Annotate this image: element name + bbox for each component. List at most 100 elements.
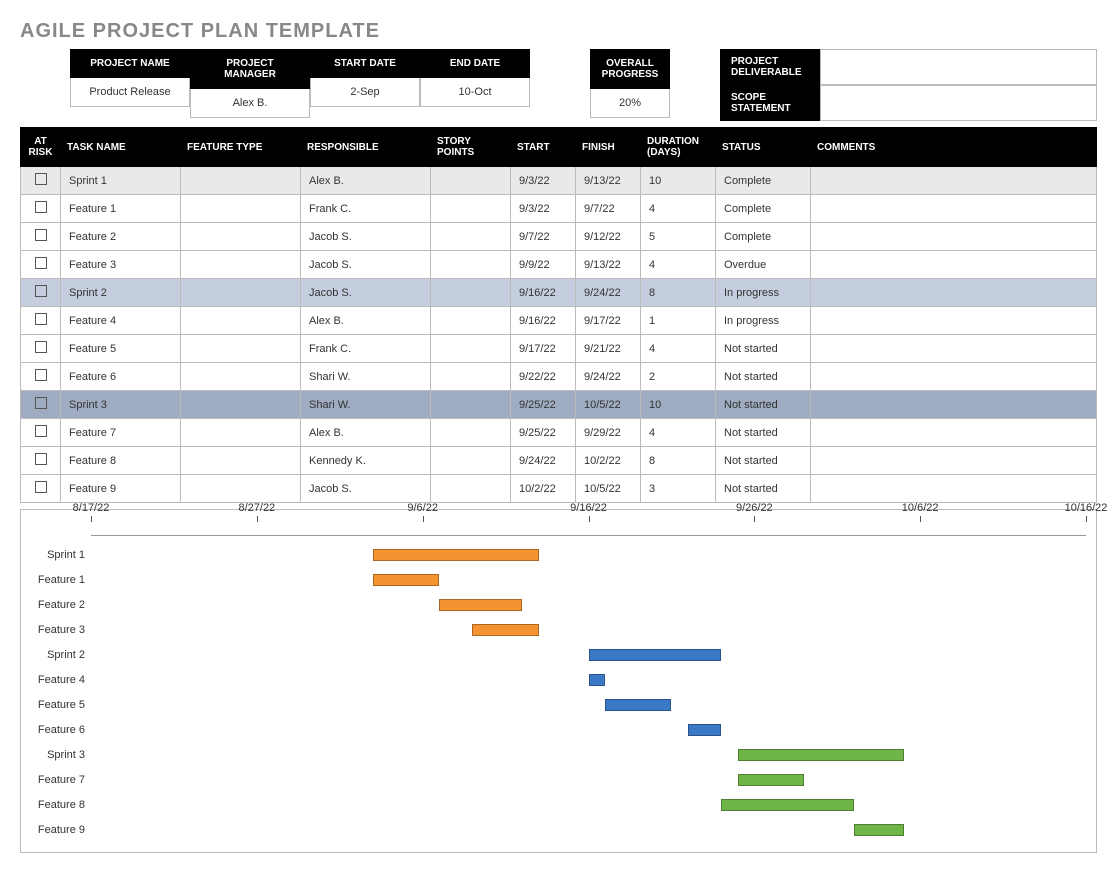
at-risk-checkbox[interactable] <box>35 313 47 325</box>
cell-start: 9/3/22 <box>511 195 576 223</box>
project-manager-value: Alex B. <box>190 89 310 118</box>
cell-responsible: Jacob S. <box>301 251 431 279</box>
cell-type <box>181 475 301 503</box>
cell-sp <box>431 251 511 279</box>
cell-type <box>181 167 301 195</box>
gantt-row: Feature 2 <box>21 592 1096 617</box>
project-name-value: Product Release <box>70 78 190 107</box>
at-risk-checkbox[interactable] <box>35 481 47 493</box>
col-comments: COMMENTS <box>811 128 1097 167</box>
cell-responsible: Jacob S. <box>301 475 431 503</box>
cell-start: 9/16/22 <box>511 279 576 307</box>
task-header-row: AT RISK TASK NAME FEATURE TYPE RESPONSIB… <box>21 128 1097 167</box>
cell-responsible: Jacob S. <box>301 279 431 307</box>
axis-tick-label: 8/27/22 <box>238 502 275 514</box>
at-risk-checkbox[interactable] <box>35 453 47 465</box>
col-responsible: RESPONSIBLE <box>301 128 431 167</box>
cell-start: 9/16/22 <box>511 307 576 335</box>
gantt-row-label: Feature 9 <box>21 824 91 836</box>
cell-duration: 5 <box>641 223 716 251</box>
cell-task: Feature 8 <box>61 447 181 475</box>
cell-status: Complete <box>716 195 811 223</box>
cell-status: Not started <box>716 447 811 475</box>
gantt-row-label: Feature 1 <box>21 574 91 586</box>
start-date-value: 2-Sep <box>310 78 420 107</box>
gantt-row-label: Feature 7 <box>21 774 91 786</box>
gantt-row: Feature 7 <box>21 767 1096 792</box>
cell-task: Feature 7 <box>61 419 181 447</box>
cell-duration: 1 <box>641 307 716 335</box>
gantt-row: Feature 4 <box>21 667 1096 692</box>
gantt-row: Feature 8 <box>21 792 1096 817</box>
cell-comments <box>811 475 1097 503</box>
at-risk-checkbox[interactable] <box>35 425 47 437</box>
cell-status: Not started <box>716 391 811 419</box>
table-row: Feature 7Alex B.9/25/229/29/224Not start… <box>21 419 1097 447</box>
cell-comments <box>811 363 1097 391</box>
at-risk-checkbox[interactable] <box>35 173 47 185</box>
cell-type <box>181 419 301 447</box>
table-row: Feature 3Jacob S.9/9/229/13/224Overdue <box>21 251 1097 279</box>
cell-sp <box>431 307 511 335</box>
table-row: Feature 1Frank C.9/3/229/7/224Complete <box>21 195 1097 223</box>
overall-progress-value: 20% <box>590 89 670 118</box>
at-risk-checkbox[interactable] <box>35 257 47 269</box>
cell-sp <box>431 363 511 391</box>
col-task-name: TASK NAME <box>61 128 181 167</box>
cell-comments <box>811 195 1097 223</box>
cell-status: Complete <box>716 223 811 251</box>
cell-type <box>181 391 301 419</box>
table-row: Feature 9Jacob S.10/2/2210/5/223Not star… <box>21 475 1097 503</box>
axis-tick-label: 9/6/22 <box>407 502 438 514</box>
cell-responsible: Shari W. <box>301 391 431 419</box>
gantt-row-label: Feature 6 <box>21 724 91 736</box>
cell-duration: 10 <box>641 391 716 419</box>
cell-task: Sprint 2 <box>61 279 181 307</box>
cell-comments <box>811 419 1097 447</box>
cell-comments <box>811 307 1097 335</box>
cell-type <box>181 279 301 307</box>
scope-statement-label: SCOPE STATEMENT <box>720 85 820 121</box>
cell-duration: 8 <box>641 279 716 307</box>
at-risk-checkbox[interactable] <box>35 341 47 353</box>
cell-type <box>181 447 301 475</box>
axis-tick-label: 9/16/22 <box>570 502 607 514</box>
at-risk-checkbox[interactable] <box>35 229 47 241</box>
cell-type <box>181 363 301 391</box>
task-table: AT RISK TASK NAME FEATURE TYPE RESPONSIB… <box>20 127 1097 503</box>
table-row: Feature 6Shari W.9/22/229/24/222Not star… <box>21 363 1097 391</box>
cell-comments <box>811 223 1097 251</box>
cell-type <box>181 307 301 335</box>
side-label-block: PROJECT DELIVERABLE SCOPE STATEMENT <box>720 49 820 121</box>
project-name-block: PROJECT NAME Product Release <box>70 49 190 121</box>
end-date-block: END DATE 10-Oct <box>420 49 530 121</box>
at-risk-checkbox[interactable] <box>35 397 47 409</box>
cell-finish: 9/29/22 <box>576 419 641 447</box>
gantt-bar <box>738 749 904 761</box>
at-risk-checkbox[interactable] <box>35 369 47 381</box>
gantt-row-label: Sprint 2 <box>21 649 91 661</box>
gantt-row-label: Feature 5 <box>21 699 91 711</box>
gantt-row-label: Sprint 3 <box>21 749 91 761</box>
cell-sp <box>431 167 511 195</box>
table-row: Sprint 1Alex B.9/3/229/13/2210Complete <box>21 167 1097 195</box>
at-risk-checkbox[interactable] <box>35 285 47 297</box>
gantt-bar <box>439 599 522 611</box>
cell-finish: 9/13/22 <box>576 251 641 279</box>
cell-duration: 3 <box>641 475 716 503</box>
start-date-label: START DATE <box>310 49 420 78</box>
cell-responsible: Alex B. <box>301 307 431 335</box>
cell-finish: 10/5/22 <box>576 475 641 503</box>
cell-task: Feature 6 <box>61 363 181 391</box>
cell-responsible: Frank C. <box>301 195 431 223</box>
cell-status: In progress <box>716 279 811 307</box>
cell-sp <box>431 335 511 363</box>
table-row: Sprint 2Jacob S.9/16/229/24/228In progre… <box>21 279 1097 307</box>
gantt-bar <box>589 674 606 686</box>
at-risk-checkbox[interactable] <box>35 201 47 213</box>
col-finish: FINISH <box>576 128 641 167</box>
cell-finish: 9/17/22 <box>576 307 641 335</box>
cell-task: Feature 1 <box>61 195 181 223</box>
cell-responsible: Alex B. <box>301 167 431 195</box>
cell-start: 9/24/22 <box>511 447 576 475</box>
